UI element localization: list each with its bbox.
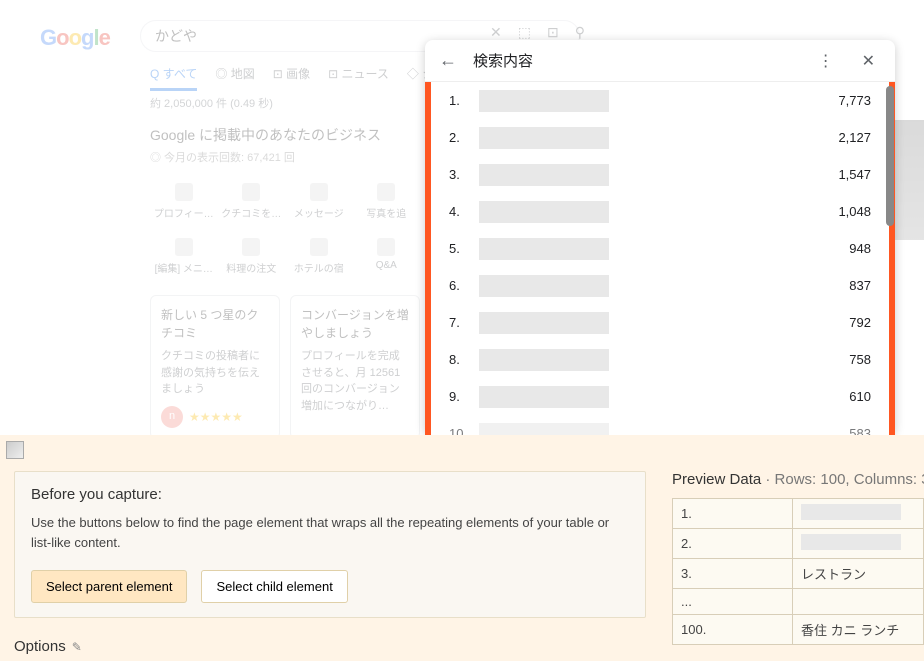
clear-icon[interactable]: ✕ (490, 24, 502, 41)
biz-action-hotel[interactable]: ホテルの宿 (285, 238, 353, 275)
biz-action-qa[interactable]: Q&A (353, 238, 421, 275)
redacted-text (479, 201, 609, 223)
biz-action-reviews[interactable]: クチコミを… (218, 183, 286, 220)
redacted-text (801, 534, 901, 550)
biz-action-order[interactable]: 料理の注文 (218, 238, 286, 275)
tab-all[interactable]: Q すべて (150, 65, 197, 91)
list-item[interactable]: 2.2,127 (431, 119, 889, 156)
preview-table: 1. 2. 3.レストラン ... 100.香住 カニ ランチ (672, 498, 924, 645)
before-capture-box: Before you capture: Use the buttons belo… (14, 471, 646, 618)
biz-card-conversion[interactable]: コンバージョンを増やしましょう プロフィールを完成させると、月 12561 回の… (290, 295, 420, 439)
list-item[interactable]: 6.837 (431, 267, 889, 304)
biz-action-photos[interactable]: 写真を追 (353, 183, 421, 220)
select-parent-button[interactable]: Select parent element (31, 570, 187, 603)
list-item[interactable]: 3.1,547 (431, 156, 889, 193)
star-rating: ★★★★★ (189, 408, 243, 426)
before-capture-text: Use the buttons below to find the page e… (31, 513, 629, 552)
search-icon[interactable]: ⚲ (575, 24, 585, 41)
search-content-popup: ← 検索内容 ⋮ ✕ 1.7,773 2.2,127 3.1,547 4.1,0… (425, 40, 895, 435)
redacted-text (479, 386, 609, 408)
knowledge-panel-image (894, 120, 924, 240)
redacted-text (801, 504, 901, 520)
select-child-button[interactable]: Select child element (201, 570, 347, 603)
list-item[interactable]: 8.758 (431, 341, 889, 378)
list-item[interactable]: 9.610 (431, 378, 889, 415)
business-panel: Google に掲載中のあなたのビジネス ◎ 今月の表示回数: 67,421 回… (150, 125, 420, 439)
search-nav-tabs: Q すべて ◎ 地図 ⊡ 画像 ⊡ ニュース ◇ ショッピ (150, 65, 470, 91)
biz-action-profile[interactable]: プロフィー… (150, 183, 218, 220)
tab-images[interactable]: ⊡ 画像 (273, 65, 310, 91)
list-item[interactable]: 1.7,773 (431, 82, 889, 119)
business-title: Google に掲載中のあなたのビジネス (150, 125, 420, 145)
popup-result-list[interactable]: 1.7,773 2.2,127 3.1,547 4.1,048 5.948 6.… (431, 82, 889, 435)
avatar: n (161, 406, 183, 428)
redacted-text (479, 164, 609, 186)
biz-card-review[interactable]: 新しい 5 つ星のクチコミ クチコミの投稿者に感謝の気持ちを伝えましょう n★★… (150, 295, 280, 439)
before-capture-title: Before you capture: (31, 486, 629, 503)
table-row[interactable]: 3.レストラン (673, 559, 924, 589)
pencil-icon[interactable]: ✎ (72, 640, 82, 654)
redacted-text (479, 312, 609, 334)
biz-action-menu[interactable]: [編集] メニ… (150, 238, 218, 275)
redacted-text (479, 349, 609, 371)
table-row[interactable]: ... (673, 589, 924, 615)
map-pin-icon: ⬤ (898, 120, 916, 140)
redacted-text (479, 423, 609, 436)
business-subtitle: ◎ 今月の表示回数: 67,421 回 (150, 149, 420, 165)
redacted-text (479, 127, 609, 149)
biz-action-messages[interactable]: メッセージ (285, 183, 353, 220)
kebab-menu-icon[interactable]: ⋮ (812, 51, 840, 71)
table-row[interactable]: 2. (673, 529, 924, 559)
close-icon[interactable]: ✕ (856, 51, 881, 71)
list-item[interactable]: 5.948 (431, 230, 889, 267)
scraper-panel: Before you capture: Use the buttons belo… (0, 435, 924, 661)
tab-maps[interactable]: ◎ 地図 (215, 65, 254, 91)
result-count: 約 2,050,000 件 (0.49 秒) (150, 95, 273, 111)
options-heading[interactable]: Options✎ (14, 638, 646, 655)
redacted-text (479, 90, 609, 112)
list-item[interactable]: 4.1,048 (431, 193, 889, 230)
list-item[interactable]: 7.792 (431, 304, 889, 341)
redacted-text (479, 275, 609, 297)
preview-title: Preview Data · Rows: 100, Columns: 3 (672, 471, 924, 488)
google-logo: Google (40, 25, 110, 51)
mic-icon[interactable]: ⬚ (518, 24, 531, 41)
redacted-text (479, 238, 609, 260)
tab-news[interactable]: ⊡ ニュース (328, 65, 389, 91)
table-row[interactable]: 100.香住 カニ ランチ (673, 615, 924, 645)
table-row[interactable]: 1. (673, 499, 924, 529)
sheet-icon[interactable] (6, 441, 24, 459)
back-arrow-icon[interactable]: ← (439, 50, 457, 71)
scrollbar-thumb[interactable] (886, 86, 894, 226)
lens-icon[interactable]: ⊡ (547, 24, 559, 41)
popup-title: 検索内容 (473, 50, 796, 71)
list-item[interactable]: 10.583 (431, 415, 889, 435)
